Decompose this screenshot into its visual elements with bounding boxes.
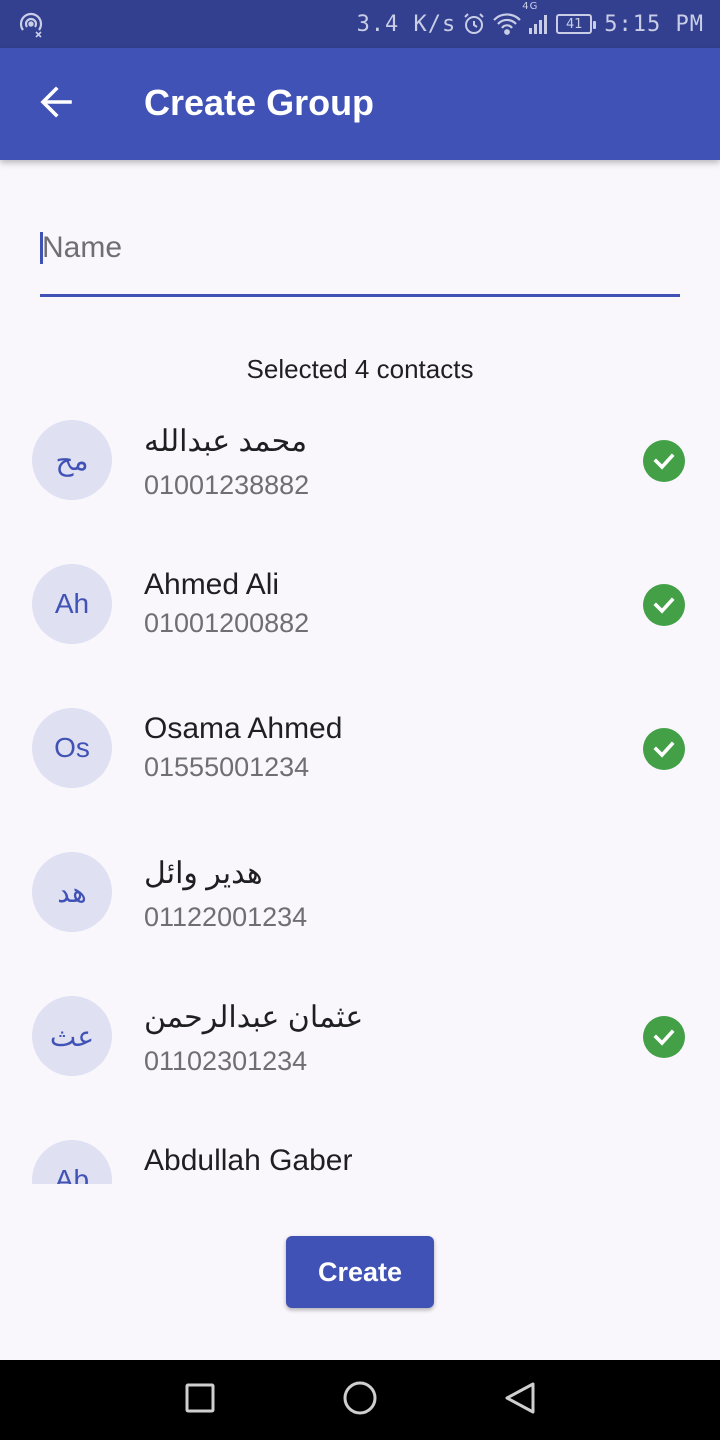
contact-name: عثمان عبدالرحمن xyxy=(144,1001,364,1034)
contact-item[interactable]: Ah Ahmed Ali 01001200882 xyxy=(0,552,720,696)
name-field-underline xyxy=(40,294,680,297)
contact-name: Ahmed Ali xyxy=(144,568,280,601)
arrow-left-icon xyxy=(38,84,74,124)
name-field[interactable] xyxy=(40,214,680,298)
avatar: عث xyxy=(32,996,112,1076)
check-icon[interactable] xyxy=(643,728,685,770)
contact-phone: 01001200882 xyxy=(144,608,310,638)
group-name-input[interactable] xyxy=(40,222,680,274)
navigation-bar xyxy=(0,1360,720,1440)
home-button[interactable] xyxy=(340,1380,380,1420)
hotspot-icon xyxy=(18,12,44,38)
check-icon[interactable] xyxy=(643,1016,685,1058)
battery-level: 41 xyxy=(566,16,583,32)
contact-phone: 01102301234 xyxy=(144,1046,308,1076)
check-icon[interactable] xyxy=(643,584,685,626)
back-nav-button[interactable] xyxy=(500,1380,540,1420)
wifi-icon xyxy=(492,12,522,36)
contact-name: Abdullah Gaber xyxy=(144,1144,353,1177)
back-button[interactable] xyxy=(28,76,84,132)
contact-item[interactable]: Os Osama Ahmed 01555001234 xyxy=(0,696,720,840)
status-bar: 3.4 K/s 4G 41 5:15 PM xyxy=(0,0,720,48)
check-icon[interactable] xyxy=(643,440,685,482)
contact-item[interactable]: هد هدير وائل 01122001234 xyxy=(0,840,720,984)
signal-icon: 4G xyxy=(522,1,550,35)
contact-name: هدير وائل xyxy=(144,857,263,890)
recents-button[interactable] xyxy=(180,1380,220,1420)
battery-icon: 41 xyxy=(556,14,597,34)
contact-phone: 01122001234 xyxy=(144,902,308,932)
avatar: Os xyxy=(32,708,112,788)
contact-name: Osama Ahmed xyxy=(144,712,343,745)
clock: 5:15 PM xyxy=(604,11,704,37)
avatar: Ah xyxy=(32,564,112,644)
network-type: 4G xyxy=(522,1,539,12)
contact-item[interactable]: Ab Abdullah Gaber xyxy=(0,1128,720,1184)
avatar: Ab xyxy=(32,1140,112,1184)
contact-list[interactable]: مح محمد عبدالله 01001238882 Ah Ahmed Ali… xyxy=(0,408,720,1184)
contact-name: محمد عبدالله xyxy=(144,425,308,458)
avatar: هد xyxy=(32,852,112,932)
status-right: 3.4 K/s 4G 41 5:15 PM xyxy=(357,0,704,48)
contact-item[interactable]: عث عثمان عبدالرحمن 01102301234 xyxy=(0,984,720,1128)
triangle-back-icon xyxy=(503,1381,537,1419)
app-bar: Create Group xyxy=(0,48,720,160)
selected-count-label: Selected 4 contacts xyxy=(246,354,474,384)
page-title: Create Group xyxy=(144,82,375,123)
alarm-icon xyxy=(462,12,486,36)
circle-icon xyxy=(342,1380,378,1420)
network-speed: 3.4 K/s xyxy=(356,11,457,37)
contact-phone: 01001238882 xyxy=(144,470,310,500)
square-icon xyxy=(184,1382,216,1418)
contact-phone: 01555001234 xyxy=(144,752,310,782)
contact-item[interactable]: مح محمد عبدالله 01001238882 xyxy=(0,408,720,552)
avatar: مح xyxy=(32,420,112,500)
create-button[interactable]: Create xyxy=(286,1236,434,1308)
